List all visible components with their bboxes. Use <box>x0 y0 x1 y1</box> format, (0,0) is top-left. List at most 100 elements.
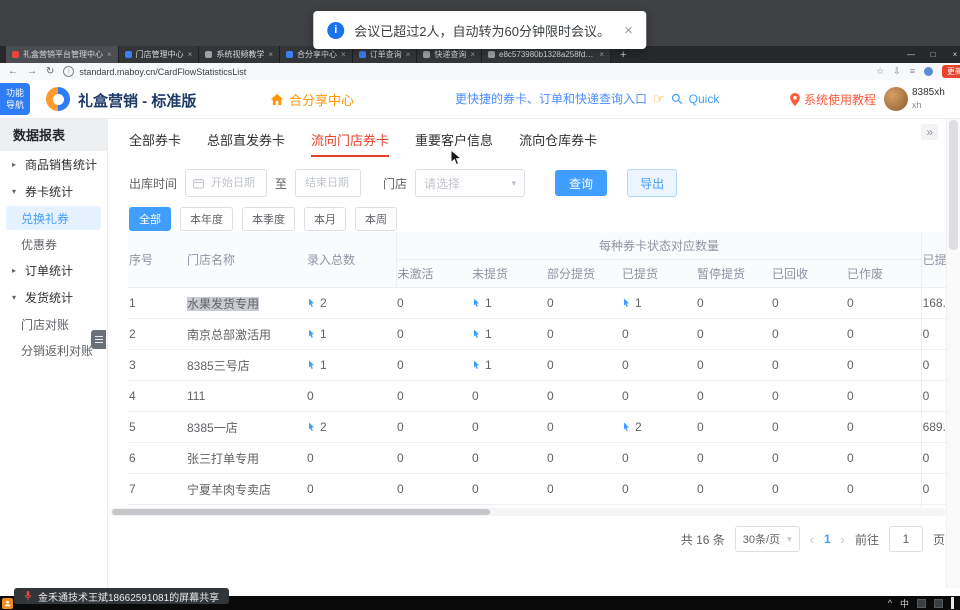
tray-expand-icon[interactable]: ^ <box>888 598 892 608</box>
search-icon[interactable] <box>671 93 683 105</box>
count-link[interactable]: 2 <box>622 420 642 434</box>
info-icon: i <box>327 22 344 39</box>
col-header-store-name: 门店名称 <box>186 232 306 288</box>
cell-status: 0 <box>846 381 921 412</box>
cell-store-name: 张三打单专用 <box>186 443 306 474</box>
tab-close-icon[interactable]: × <box>268 50 273 59</box>
site-info-icon[interactable]: i <box>63 66 74 77</box>
tray-icon[interactable] <box>917 599 926 608</box>
sidebar-item-shipping-stats[interactable]: ▾ 发货统计 <box>0 284 107 311</box>
count-link[interactable]: 1 <box>472 296 492 310</box>
prev-page-icon[interactable]: ‹ <box>810 532 814 547</box>
tab-close-icon[interactable]: × <box>599 50 604 59</box>
tab-store-flow-cards[interactable]: 流向门店券卡 <box>311 130 389 157</box>
tab-all-cards[interactable]: 全部券卡 <box>129 130 181 157</box>
minimize-button[interactable]: — <box>900 50 922 59</box>
menu-icon[interactable]: ≡ <box>910 67 915 76</box>
show-desktop-button[interactable] <box>951 597 954 609</box>
cell-amount: 168.0 <box>921 288 948 319</box>
browser-tab[interactable]: 礼盒营销平台管理中心× <box>6 46 119 63</box>
tab-hq-direct-cards[interactable]: 总部直发券卡 <box>207 130 285 157</box>
start-date-input[interactable] <box>185 169 267 197</box>
url-field[interactable]: i standard.maboy.cn/CardFlowStatisticsLi… <box>63 66 867 77</box>
end-date-field[interactable] <box>303 176 353 190</box>
sidebar-item-card-stats[interactable]: ▾ 券卡统计 <box>0 178 107 205</box>
count-link[interactable]: 1 <box>307 327 327 341</box>
range-month-button[interactable]: 本月 <box>304 207 346 231</box>
panel-collapse-icon[interactable]: » <box>921 124 938 140</box>
tab-close-icon[interactable]: × <box>107 50 112 59</box>
sidebar-item-order-stats[interactable]: ▸ 订单统计 <box>0 257 107 284</box>
cell-status[interactable]: 1 <box>471 319 546 350</box>
tab-close-icon[interactable]: × <box>188 50 193 59</box>
scrollbar-thumb[interactable] <box>112 509 490 515</box>
end-date-input[interactable] <box>295 169 361 197</box>
export-button[interactable]: 导出 <box>627 169 677 197</box>
range-year-button[interactable]: 本年度 <box>180 207 233 231</box>
download-icon[interactable]: ⇩ <box>893 67 901 76</box>
count-link[interactable]: 1 <box>472 358 492 372</box>
maximize-button[interactable]: □ <box>922 50 944 59</box>
tray-icon[interactable] <box>934 599 943 608</box>
sidebar-item-product-sales[interactable]: ▸ 商品销售统计 <box>0 151 107 178</box>
range-week-button[interactable]: 本周 <box>355 207 397 231</box>
search-button[interactable]: 查询 <box>555 170 607 196</box>
share-center-link[interactable]: 合分享中心 <box>270 90 354 109</box>
scrollbar-thumb[interactable] <box>949 120 958 250</box>
tab-close-icon[interactable]: × <box>341 50 346 59</box>
browser-profile-icon[interactable] <box>924 67 933 76</box>
meeting-toast: i 会议已超过2人，自动转为60分钟限时会议。 × <box>313 11 646 49</box>
hand-pointer-icon: ☞ <box>653 91 665 107</box>
count-link[interactable]: 2 <box>307 296 327 310</box>
quick-label[interactable]: Quick <box>689 92 720 106</box>
store-name: 南京总部激活用 <box>187 328 271 342</box>
count-link[interactable]: 1 <box>472 327 492 341</box>
cell-status[interactable]: 1 <box>471 288 546 319</box>
sidebar-item-discount-coupon[interactable]: 优惠券 <box>0 231 107 257</box>
range-quarter-button[interactable]: 本季度 <box>242 207 295 231</box>
cell-store-name: 8385一店 <box>186 412 306 443</box>
browser-tab[interactable]: 系统视频教学× <box>199 46 280 63</box>
cell-status[interactable]: 1 <box>471 350 546 381</box>
forward-icon[interactable]: → <box>27 67 37 77</box>
count-link[interactable]: 1 <box>307 358 327 372</box>
tab-close-icon[interactable]: × <box>406 50 411 59</box>
update-badge[interactable]: 更新 <box>942 65 960 78</box>
horizontal-scrollbar[interactable] <box>110 508 946 516</box>
cell-status[interactable]: 2 <box>621 412 696 443</box>
cell-total[interactable]: 1 <box>306 350 396 381</box>
cell-total[interactable]: 2 <box>306 412 396 443</box>
browser-tab[interactable]: 门店管理中心 × <box>119 46 200 63</box>
sidebar-item-exchange-coupon[interactable]: 兑换礼券 <box>6 206 101 230</box>
quick-entry-text[interactable]: 更快捷的券卡、订单和快递查询入口 <box>455 90 647 107</box>
next-page-icon[interactable]: › <box>841 532 845 547</box>
range-all-button[interactable]: 全部 <box>129 207 171 231</box>
back-icon[interactable]: ← <box>8 67 18 77</box>
current-page[interactable]: 1 <box>824 532 831 546</box>
user-avatar[interactable] <box>884 87 908 111</box>
cell-total[interactable]: 1 <box>306 319 396 350</box>
goto-page-input[interactable] <box>889 526 923 552</box>
page-size-select[interactable]: 30条/页 ▾ <box>735 526 800 552</box>
close-icon[interactable]: × <box>624 22 633 39</box>
tab-title: 门店管理中心 <box>136 49 184 60</box>
ime-indicator[interactable]: 中 <box>900 597 909 610</box>
store-select[interactable]: 请选择 ▾ <box>415 169 525 197</box>
bookmark-star-icon[interactable]: ☆ <box>876 67 884 76</box>
sidebar-collapse-handle[interactable] <box>91 330 106 349</box>
window-close-button[interactable]: × <box>944 50 960 59</box>
cell-status: 0 <box>696 381 771 412</box>
function-nav-button[interactable]: 功能 导航 <box>0 83 30 115</box>
tutorial-link[interactable]: 系统使用教程 <box>790 91 876 108</box>
cell-total[interactable]: 2 <box>306 288 396 319</box>
tab-close-icon[interactable]: × <box>470 50 475 59</box>
count-link[interactable]: 2 <box>307 420 327 434</box>
start-date-field[interactable] <box>209 176 259 190</box>
cell-status[interactable]: 1 <box>621 288 696 319</box>
tab-warehouse-flow-cards[interactable]: 流向仓库券卡 <box>519 130 597 157</box>
count-link[interactable]: 1 <box>622 296 642 310</box>
vertical-scrollbar[interactable] <box>946 118 960 588</box>
taskbar-person-icon[interactable] <box>2 598 13 609</box>
cell-status: 0 <box>771 350 846 381</box>
reload-icon[interactable]: ↻ <box>46 67 54 77</box>
